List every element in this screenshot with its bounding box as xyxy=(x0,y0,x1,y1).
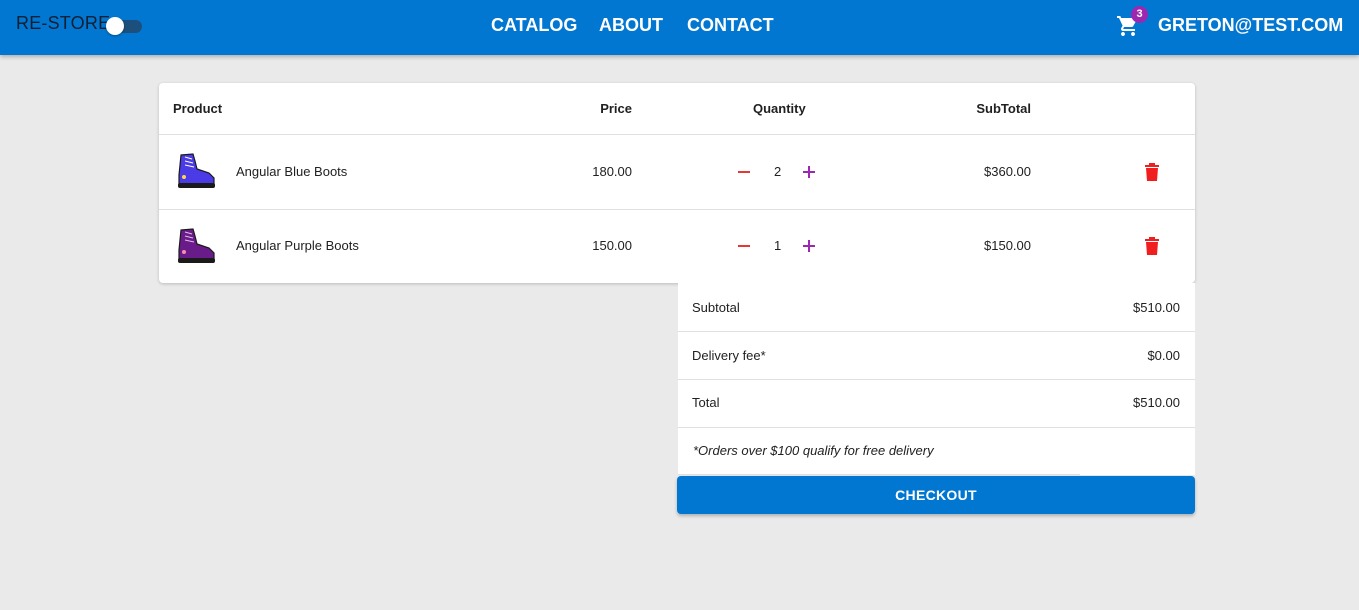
dark-mode-toggle[interactable] xyxy=(106,17,142,35)
product-price: 150.00 xyxy=(592,238,632,253)
column-header-product: Product xyxy=(173,101,223,116)
summary-divider xyxy=(678,427,1195,428)
user-menu[interactable]: GRETON@TEST.COM xyxy=(1158,15,1343,36)
summary-divider xyxy=(678,474,1080,475)
total-label: Total xyxy=(692,395,720,410)
column-header-quantity: Quantity xyxy=(753,101,806,116)
cart-count-badge: 3 xyxy=(1131,6,1148,23)
increase-quantity-button[interactable] xyxy=(800,237,818,255)
remove-item-button[interactable] xyxy=(1144,237,1160,255)
nav-about[interactable]: ABOUT xyxy=(599,15,663,36)
total-value: $510.00 xyxy=(1133,395,1180,410)
product-price: 180.00 xyxy=(592,164,632,179)
app-bar: RE-STORE CATALOG ABOUT CONTACT 3 GRETON@… xyxy=(0,0,1359,55)
summary-subtotal-row: Subtotal $510.00 xyxy=(678,283,1195,331)
table-row: Angular Blue Boots 180.00 2 $360.00 xyxy=(159,135,1195,209)
summary-total-row: Total $510.00 xyxy=(678,378,1195,426)
product-name[interactable]: Angular Purple Boots xyxy=(236,238,359,253)
brand-logo[interactable]: RE-STORE xyxy=(16,13,110,34)
free-delivery-note: *Orders over $100 qualify for free deliv… xyxy=(693,443,934,458)
subtotal-value: $510.00 xyxy=(1133,300,1180,315)
decrease-quantity-button[interactable] xyxy=(735,237,753,255)
trash-icon xyxy=(1145,163,1159,181)
nav-catalog[interactable]: CATALOG xyxy=(491,15,577,36)
increase-quantity-button[interactable] xyxy=(800,163,818,181)
delivery-fee-label: Delivery fee* xyxy=(692,348,766,363)
quantity-value: 1 xyxy=(774,238,782,253)
purple-boot-image xyxy=(178,228,215,263)
minus-icon xyxy=(738,245,750,247)
column-header-price: Price xyxy=(600,101,632,116)
row-subtotal: $360.00 xyxy=(984,164,1031,179)
decrease-quantity-button[interactable] xyxy=(735,163,753,181)
column-header-subtotal: SubTotal xyxy=(976,101,1031,116)
trash-icon xyxy=(1145,237,1159,255)
summary-delivery-row: Delivery fee* $0.00 xyxy=(678,331,1195,379)
plus-icon xyxy=(803,166,815,178)
blue-boot-image xyxy=(178,153,215,188)
plus-icon xyxy=(803,240,815,252)
cart-table: Product Price Quantity SubTotal Angular … xyxy=(159,83,1195,283)
product-name[interactable]: Angular Blue Boots xyxy=(236,164,347,179)
quantity-value: 2 xyxy=(774,164,782,179)
subtotal-label: Subtotal xyxy=(692,300,740,315)
toggle-thumb xyxy=(106,17,124,35)
nav-contact[interactable]: CONTACT xyxy=(687,15,774,36)
row-subtotal: $150.00 xyxy=(984,238,1031,253)
minus-icon xyxy=(738,171,750,173)
table-row: Angular Purple Boots 150.00 1 $150.00 xyxy=(159,210,1195,284)
remove-item-button[interactable] xyxy=(1144,163,1160,181)
checkout-button[interactable]: CHECKOUT xyxy=(677,476,1195,514)
order-summary: Subtotal $510.00 Delivery fee* $0.00 Tot… xyxy=(678,283,1195,475)
delivery-fee-value: $0.00 xyxy=(1147,348,1180,363)
